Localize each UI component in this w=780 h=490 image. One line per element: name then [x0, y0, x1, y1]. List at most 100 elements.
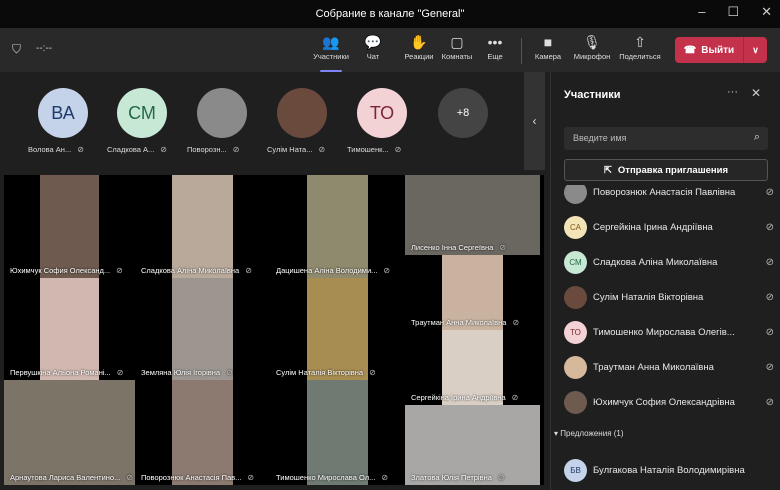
search-input[interactable]: Введите имя ⌕: [564, 127, 768, 150]
panel-title: Участники: [564, 89, 621, 101]
phone-hangup-icon: ☎: [683, 44, 697, 56]
video-grid: Юхимчук София Олександ... ⊘ Сладкова Аліна…: [4, 175, 544, 485]
mic-off-icon[interactable]: ⊘: [766, 362, 774, 373]
participant-name-label: Первушкіна Альона Романі... ⊘: [10, 368, 123, 377]
participant-name: Земляна Юлія Ігорівна: [141, 368, 221, 377]
participant-name: Сулім Наталія Вікторівна: [276, 368, 364, 377]
participant-row[interactable]: СА Сергейкіна Ірина Андріївна ⊘: [564, 214, 774, 240]
invite-label: Отправка приглашения: [617, 164, 729, 176]
mic-off-icon[interactable]: ⊘: [766, 397, 774, 408]
video-tile[interactable]: Поворознюк Анастасія Пав... ⊘: [135, 380, 270, 485]
participant-name: Дацишена Аліна Володими...: [276, 266, 378, 275]
mic-off-icon: ⊘: [160, 145, 167, 154]
participant-name: Юхимчук София Олександ...: [10, 266, 111, 275]
video-tile[interactable]: Сладкова Аліна Миколаївна ⊘: [135, 175, 270, 278]
participant-name-label: Юхимчук София Олександ... ⊘: [10, 266, 123, 275]
video-tile[interactable]: Земляна Юлія Ігорівна ⊘: [135, 278, 270, 380]
avatar[interactable]: СМ: [117, 88, 167, 138]
avatar-name-text: Волова Ан...: [28, 145, 72, 154]
participant-list: ▾ Предложения (1) Поворознюк Анастасія П…: [551, 185, 780, 490]
minimize-button[interactable]: –: [698, 4, 705, 20]
participant-row[interactable]: Юхимчук София Олександрівна ⊘: [564, 389, 774, 415]
avatar-name: Сулім Ната... ⊘: [267, 145, 325, 154]
chat-label: Чат: [366, 52, 380, 61]
leave-options-chevron-icon[interactable]: ∨: [743, 37, 767, 63]
avatar-name: Волова Ан... ⊘: [28, 145, 84, 154]
video-tile[interactable]: Тимошенко Мирослава Ол... ⊘: [270, 380, 405, 485]
participant-row[interactable]: СМ Сладкова Аліна Миколаївна ⊘: [564, 249, 774, 275]
mic-off-icon: ⊘: [318, 145, 326, 154]
participant-name: Поворознюк Анастасія Пав...: [141, 473, 242, 482]
toolbar-button-chat[interactable]: 💬 Чат: [350, 34, 396, 61]
search-placeholder: Введите имя: [573, 133, 627, 143]
search-icon: ⌕: [753, 131, 760, 143]
more-label: Еще: [487, 52, 503, 61]
suggestions-header[interactable]: ▾ Предложения (1): [554, 429, 624, 438]
participant-row[interactable]: Сулім Наталія Вікторівна ⊘: [564, 284, 774, 310]
mic-off-icon[interactable]: ⊘: [766, 327, 774, 338]
close-button[interactable]: ✕: [761, 4, 772, 20]
participant-name: Арнаутова Лариса Валентино...: [10, 473, 121, 482]
video-feed: [172, 175, 233, 278]
toolbar-button-share[interactable]: ⇧ Поделиться: [617, 34, 663, 61]
mic-off-icon[interactable]: ⊘: [766, 222, 774, 233]
avatar: БВ: [564, 458, 587, 482]
meeting-stage: ВА Волова Ан... ⊘ СМ Сладкова А... ⊘ Поворозн.…: [0, 72, 545, 490]
avatar: [564, 185, 587, 204]
mic-off-icon: ⊘: [232, 145, 240, 154]
avatar[interactable]: [197, 88, 247, 138]
participant-row[interactable]: Поворознюк Анастасія Павлівна ⊘: [564, 185, 774, 205]
chevron-left-icon[interactable]: ‹: [524, 72, 545, 170]
toolbar-button-camera[interactable]: ■ Камера: [525, 34, 571, 61]
more-options-icon[interactable]: ···: [727, 86, 738, 98]
hand-icon: ✋: [410, 34, 428, 50]
camera-icon: ■: [543, 34, 553, 50]
share-label: Поделиться: [619, 52, 661, 61]
toolbar-button-microphone[interactable]: 🎙 Микрофон: [569, 34, 615, 61]
avatar-name: Поворозн... ⊘: [187, 145, 239, 154]
avatar[interactable]: [277, 88, 327, 138]
toolbar-button-people[interactable]: 👥 Участники: [308, 34, 354, 72]
participant-name-label: Тимошенко Мирослава Ол... ⊘: [276, 473, 388, 482]
mic-off-icon[interactable]: ⊘: [766, 292, 774, 303]
avatar[interactable]: ТО: [357, 88, 407, 138]
toolbar-divider: [521, 38, 522, 64]
participant-row[interactable]: Траутман Анна Миколаївна ⊘: [564, 354, 774, 380]
maximize-button[interactable]: ☐: [727, 4, 739, 20]
video-tile[interactable]: Сулім Наталія Вікторівна ⊘: [270, 278, 405, 380]
participant-name: Траутман Анна Миколаївна: [593, 361, 714, 373]
participant-row[interactable]: БВ Булгакова Наталія Володимирівна: [564, 457, 774, 483]
camera-label: Камера: [534, 52, 562, 61]
mic-off-icon: ⊘: [126, 473, 134, 482]
avatar-name-text: Сулім Ната...: [267, 145, 313, 154]
more-participants-button[interactable]: +8: [438, 88, 488, 138]
mic-off-icon: ⊘: [247, 473, 255, 482]
video-tile[interactable]: Первушкіна Альона Романі... ⊘: [4, 278, 135, 380]
leave-button[interactable]: ☎ Выйти ∨: [675, 37, 767, 63]
hand-label: Реакции: [404, 52, 434, 61]
video-tile[interactable]: Сергейкіна Ірина Андріївна ⊘: [405, 330, 540, 405]
toolbar-button-more[interactable]: ••• Еще: [472, 34, 518, 61]
video-tile[interactable]: Юхимчук София Олександ... ⊘: [4, 175, 135, 278]
avatar[interactable]: ВА: [38, 88, 88, 138]
video-tile[interactable]: Лисенко Інна Сергеївна ⊘: [405, 175, 540, 255]
participant-name: Златова Юлія Петрівна: [411, 473, 492, 482]
mic-off-icon[interactable]: ⊘: [766, 187, 774, 198]
participant-name: Тимошенко Мирослава Ол...: [276, 473, 376, 482]
video-tile[interactable]: Дацишена Аліна Володими... ⊘: [270, 175, 405, 278]
people-label: Участники: [313, 52, 349, 61]
mic-off-icon[interactable]: ⊘: [766, 257, 774, 268]
video-feed: [172, 278, 233, 380]
video-tile[interactable]: Арнаутова Лариса Валентино... ⊘: [4, 380, 135, 485]
mic-off-icon: ⊘: [383, 266, 391, 275]
video-tile[interactable]: Траутман Анна Миколаївна ⊘: [405, 255, 540, 330]
participant-name-label: Арнаутова Лариса Валентино... ⊘: [10, 473, 133, 482]
video-tile[interactable]: Златова Юлія Петрівна ⊘: [405, 405, 540, 485]
mic-off-icon: ⊘: [512, 318, 520, 327]
close-icon[interactable]: ✕: [751, 86, 761, 100]
participant-row[interactable]: ТО Тимошенко Мирослава Олегів... ⊘: [564, 319, 774, 345]
suggestions-label: Предложения (1): [560, 429, 624, 438]
participant-strip: ВА Волова Ан... ⊘ СМ Сладкова А... ⊘ Поворозн.…: [0, 72, 524, 170]
send-invite-button[interactable]: ⇱ Отправка приглашения: [564, 159, 768, 181]
mic-off-icon: ⊘: [499, 243, 507, 252]
